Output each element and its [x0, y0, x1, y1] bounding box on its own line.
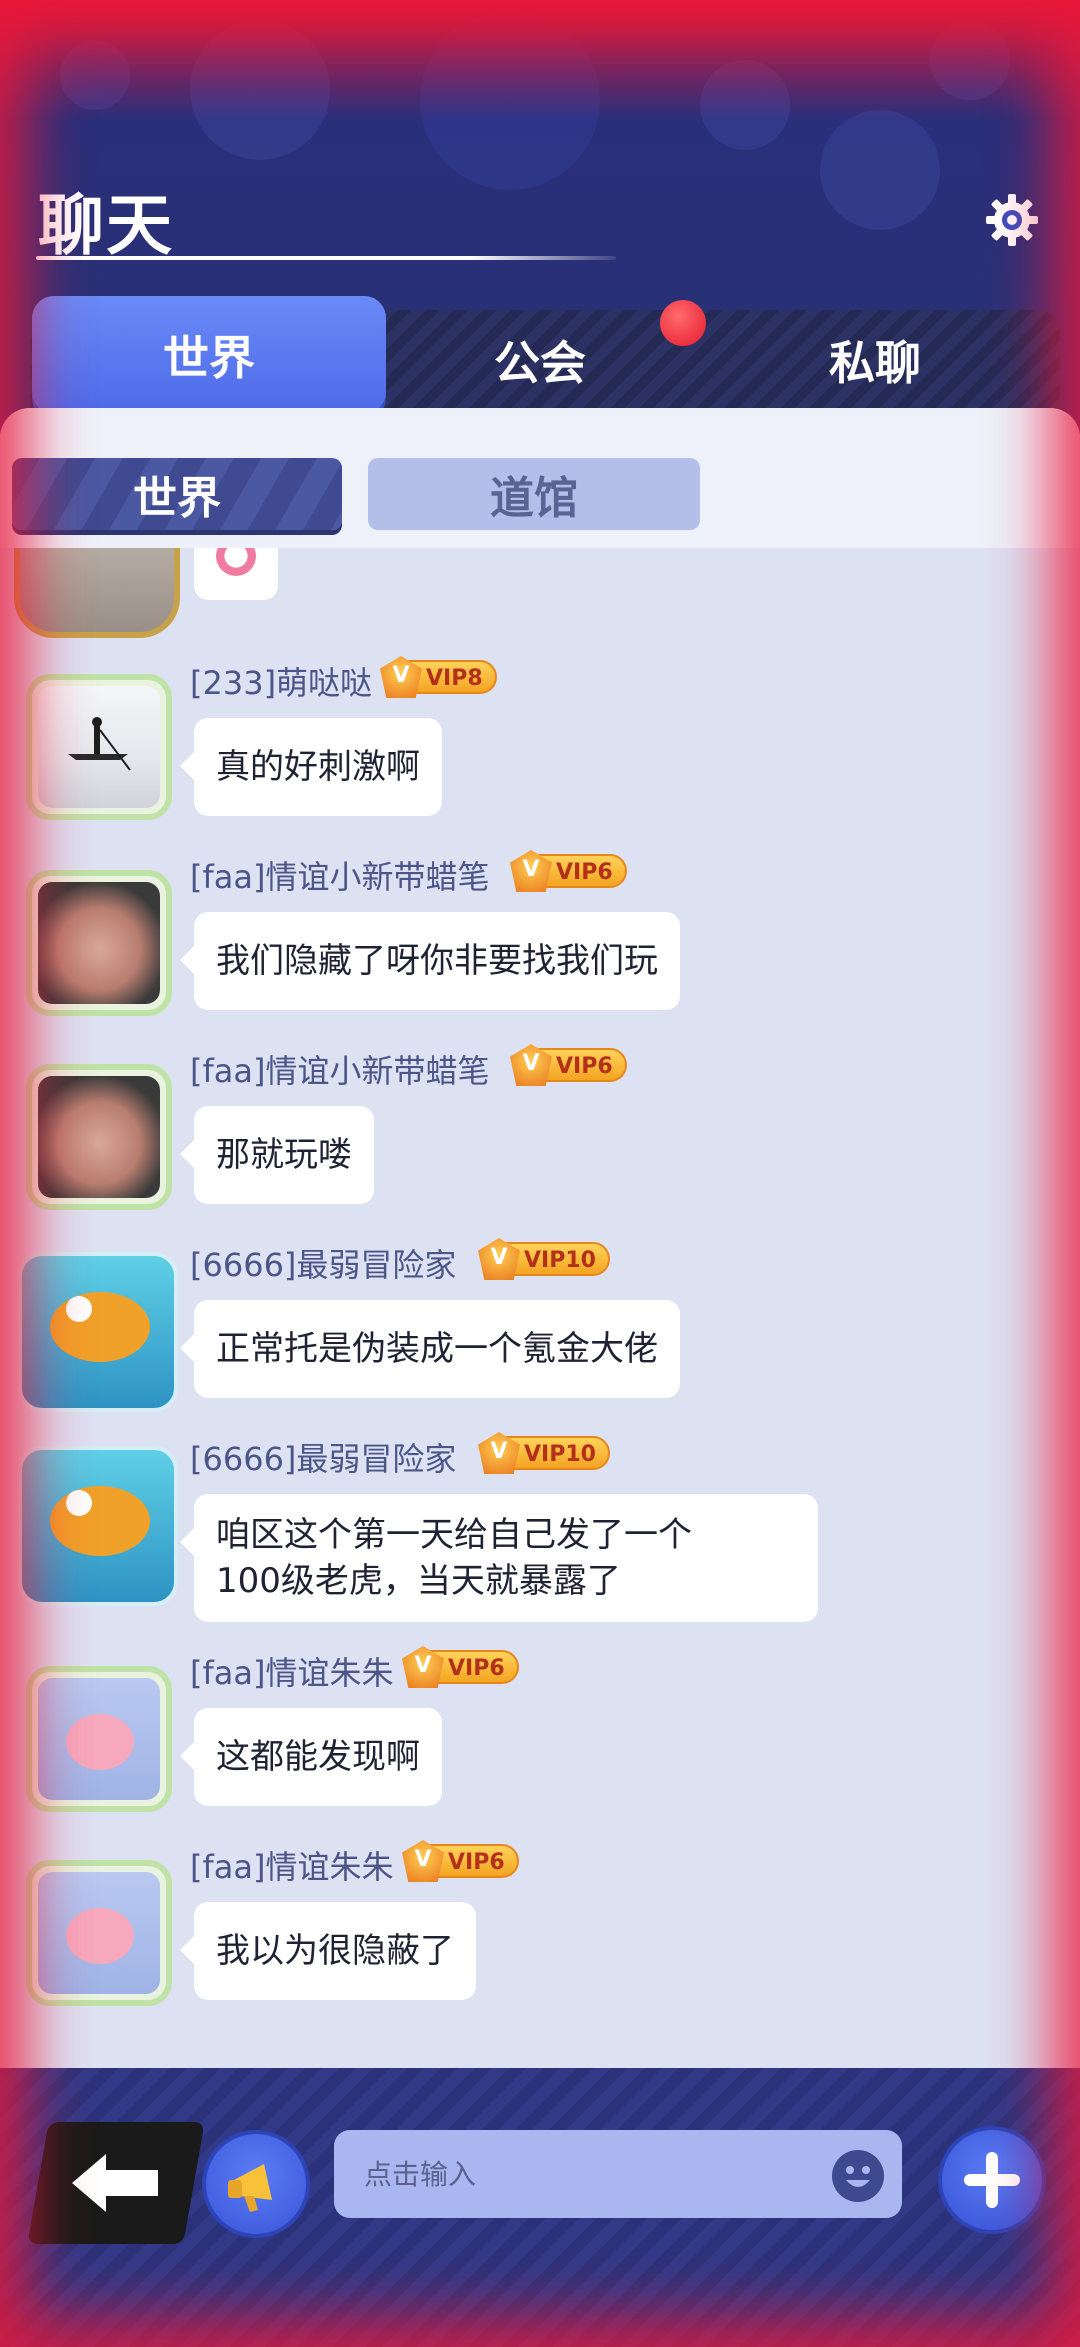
vip-badge: V VIP6	[402, 1840, 519, 1882]
sender-name: [faa]情谊朱朱	[190, 1848, 394, 1886]
vip-shield-icon: V	[478, 1432, 520, 1474]
plus-icon	[964, 2152, 1020, 2208]
avatar[interactable]	[26, 1860, 172, 2006]
sticker-bubble	[194, 548, 278, 600]
sender-name: [faa]情谊朱朱	[190, 1654, 394, 1692]
chat-input[interactable]	[364, 2130, 824, 2218]
message-text-line: 100级老虎，当天就暴露了	[216, 1561, 621, 1601]
vip-badge: V VIP6	[510, 850, 627, 892]
avatar[interactable]	[14, 548, 180, 638]
message-bubble: 那就玩喽	[180, 1106, 374, 1204]
back-button[interactable]	[27, 2122, 205, 2244]
sender-name: [faa]情谊小新带蜡笔	[190, 858, 490, 896]
chat-input-box[interactable]	[334, 2130, 902, 2218]
notification-dot	[660, 300, 706, 346]
sender-name: [6666]最弱冒险家	[190, 1440, 457, 1478]
vip-shield-icon: V	[380, 656, 422, 698]
avatar[interactable]	[18, 1252, 178, 1412]
vip-badge: V VIP10	[478, 1432, 610, 1474]
subtab-gym[interactable]: 道馆	[368, 458, 700, 530]
avatar[interactable]	[26, 870, 172, 1016]
pink-blob-icon	[66, 1714, 134, 1770]
vip-shield-icon: V	[402, 1646, 444, 1688]
clown-icon	[216, 548, 256, 576]
vip-shield-icon: V	[510, 850, 552, 892]
title-underline	[36, 256, 616, 260]
duck-icon	[50, 1486, 150, 1556]
tab-private-chat[interactable]: 私聊	[730, 300, 1020, 420]
tab-private-label: 私聊	[829, 336, 921, 390]
sender-name: [faa]情谊小新带蜡笔	[190, 1052, 490, 1090]
message-bubble: 咱区这个第一天给自己发了一个 100级老虎，当天就暴露了	[180, 1494, 818, 1622]
tab-world-label: 世界	[163, 331, 255, 385]
subtab-world[interactable]: 世界	[12, 458, 342, 530]
message-text-line: 咱区这个第一天给自己发了一个	[216, 1515, 692, 1555]
broadcast-button[interactable]	[202, 2130, 310, 2238]
subtab-world-label: 世界	[133, 473, 221, 524]
vip-shield-icon: V	[478, 1238, 520, 1280]
gear-icon	[986, 194, 1038, 246]
pink-blob-icon	[66, 1908, 134, 1964]
megaphone-icon	[228, 2164, 272, 2212]
settings-button[interactable]	[982, 190, 1042, 250]
chat-screen: 聊天 世界 公会 私聊 世界 道馆 [233]萌哒哒 V VIP8 真的好刺激啊…	[0, 0, 1080, 2347]
sender-name: [6666]最弱冒险家	[190, 1246, 457, 1284]
boat-lake-icon	[68, 717, 131, 771]
subtab-gym-label: 道馆	[490, 473, 578, 524]
vip-badge: V VIP6	[510, 1044, 627, 1086]
tab-guild[interactable]: 公会	[400, 300, 680, 420]
avatar[interactable]	[26, 674, 172, 820]
emoji-button[interactable]	[832, 2150, 884, 2202]
message-bubble: 我们隐藏了呀你非要找我们玩	[180, 912, 680, 1010]
message-bubble: 真的好刺激啊	[180, 718, 442, 816]
message-list[interactable]: [233]萌哒哒 V VIP8 真的好刺激啊 [faa]情谊小新带蜡笔 V VI…	[0, 548, 1080, 2068]
duck-icon	[50, 1292, 150, 1362]
avatar[interactable]	[26, 1064, 172, 1210]
vip-badge: V VIP8	[380, 656, 497, 698]
message-bubble: 这都能发现啊	[180, 1708, 442, 1806]
vip-badge: V VIP6	[402, 1646, 519, 1688]
message-bubble: 我以为很隐蔽了	[180, 1902, 476, 2000]
smiley-icon	[846, 2166, 870, 2187]
tab-world[interactable]: 世界	[32, 296, 386, 434]
sender-name: [233]萌哒哒	[190, 664, 373, 702]
avatar[interactable]	[18, 1446, 178, 1606]
tab-guild-label: 公会	[494, 336, 586, 390]
message-bubble: 正常托是伪装成一个氪金大佬	[180, 1300, 680, 1398]
avatar[interactable]	[26, 1666, 172, 1812]
more-options-button[interactable]	[938, 2126, 1046, 2234]
arrow-left-icon	[72, 2154, 158, 2212]
vip-shield-icon: V	[510, 1044, 552, 1086]
vip-badge: V VIP10	[478, 1238, 610, 1280]
page-title: 聊天	[38, 187, 174, 264]
vip-shield-icon: V	[402, 1840, 444, 1882]
